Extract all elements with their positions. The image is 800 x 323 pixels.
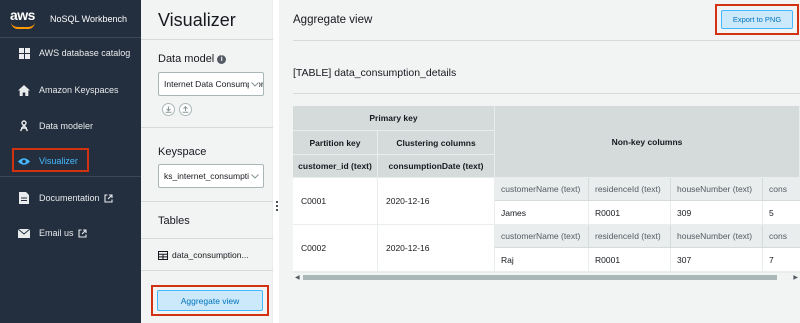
clustering-column: consumptionDate (text) — [378, 155, 495, 178]
panel-divider — [141, 127, 273, 128]
value-cell: 309 — [671, 201, 763, 225]
home-icon — [18, 84, 30, 96]
scrollbar-thumb[interactable] — [303, 275, 777, 280]
nav-item-data-modeler[interactable]: Data modeler — [0, 113, 141, 139]
scroll-right-icon[interactable]: ▶ — [793, 274, 798, 281]
value-cell: Raj — [495, 248, 589, 272]
column-name-cell: cons — [763, 178, 800, 201]
table-icon — [158, 250, 168, 260]
clustering-columns-header: Clustering columns — [378, 131, 495, 155]
keyspace-label: Keyspace — [158, 146, 207, 158]
clustering-key-cell: 2020-12-16 — [378, 178, 495, 225]
export-highlight-box: Export to PNG — [715, 4, 799, 35]
nav-item-label: Documentation — [39, 193, 100, 203]
nav-item-documentation[interactable]: Documentation — [0, 185, 141, 211]
upload-icon — [182, 106, 189, 113]
aws-logo: aws — [10, 7, 42, 31]
nav-item-database-catalog[interactable]: AWS database catalog — [0, 40, 141, 66]
panel-divider — [141, 238, 273, 239]
visualizer-panel: Visualizer Data model i Internet Data Con… — [141, 0, 273, 323]
main-divider — [293, 93, 800, 94]
value-cell: R0001 — [589, 201, 671, 225]
panel-title: Visualizer — [158, 10, 236, 30]
mail-icon — [18, 227, 30, 239]
nav-item-label: Amazon Keyspaces — [39, 85, 119, 95]
primary-key-header: Primary key — [293, 106, 495, 131]
aggregate-view-panel: Aggregate view Export to PNG [TABLE] dat… — [279, 0, 800, 323]
table-name: [TABLE] data_consumption_details — [293, 67, 457, 79]
main-title: Aggregate view — [293, 14, 373, 26]
export-png-button[interactable]: Export to PNG — [721, 10, 793, 29]
horizontal-scrollbar[interactable]: ◀ ▶ — [293, 272, 800, 281]
keyspace-select[interactable]: ks_internet_consumption — [158, 164, 264, 188]
value-cell: 5 — [763, 201, 800, 225]
nav-item-label: AWS database catalog — [39, 48, 131, 58]
grid-icon — [18, 47, 30, 59]
nav-item-label: Data modeler — [39, 121, 94, 131]
value-cell: James — [495, 201, 589, 225]
external-link-icon — [103, 193, 113, 203]
partition-key-header: Partition key — [293, 131, 378, 155]
column-name-cell: cons — [763, 225, 800, 248]
panel-divider — [141, 270, 273, 271]
column-name-cell: customerName (text) — [495, 178, 589, 201]
table-list-item[interactable]: data_consumption... — [158, 250, 249, 260]
visualizer-highlight-box — [12, 148, 89, 172]
aggregate-view-highlight-box: Aggregate view — [151, 285, 269, 316]
column-name-cell: houseNumber (text) — [671, 225, 763, 248]
column-name-cell: residenceId (text) — [589, 225, 671, 248]
aggregate-view-button[interactable]: Aggregate view — [157, 290, 263, 311]
nav-item-keyspaces[interactable]: Amazon Keyspaces — [0, 77, 141, 103]
app-header: aws NoSQL Workbench — [0, 0, 141, 38]
nav-item-email-us[interactable]: Email us — [0, 220, 141, 246]
column-name-cell: residenceId (text) — [589, 178, 671, 201]
partition-key-cell: C0002 — [293, 225, 378, 272]
value-cell: R0001 — [589, 248, 671, 272]
main-divider — [293, 40, 800, 41]
value-cell: 7 — [763, 248, 800, 272]
partition-key-column: customer_id (text) — [293, 155, 378, 178]
chevron-down-icon — [249, 165, 259, 187]
info-icon: i — [217, 55, 227, 64]
value-cell: 307 — [671, 248, 763, 272]
upload-model-button[interactable] — [179, 103, 192, 116]
external-link-icon — [77, 228, 87, 238]
document-icon — [18, 192, 30, 204]
data-model-label: Data model i — [158, 53, 227, 65]
chevron-down-icon — [249, 73, 259, 95]
scroll-left-icon[interactable]: ◀ — [295, 274, 300, 281]
main-navigation: aws NoSQL Workbench AWS database catalog… — [0, 0, 141, 323]
non-key-columns-header: Non-key columns — [495, 106, 800, 178]
tables-label: Tables — [158, 215, 190, 227]
app-title: NoSQL Workbench — [50, 13, 128, 24]
nav-item-label: Email us — [39, 228, 74, 238]
panel-divider — [141, 201, 273, 202]
modeler-icon — [18, 120, 30, 132]
column-name-cell: customerName (text) — [495, 225, 589, 248]
nav-divider — [0, 176, 141, 177]
download-model-button[interactable] — [162, 103, 175, 116]
aggregate-table: Primary key Partition key Clustering col… — [293, 106, 800, 272]
panel-resize-handle[interactable] — [275, 201, 278, 211]
data-model-select[interactable]: Internet Data Consumption — [158, 72, 264, 96]
panel-divider — [141, 39, 273, 40]
clustering-key-cell: 2020-12-16 — [378, 225, 495, 272]
partition-key-cell: C0001 — [293, 178, 378, 225]
download-icon — [165, 106, 172, 113]
column-name-cell: houseNumber (text) — [671, 178, 763, 201]
